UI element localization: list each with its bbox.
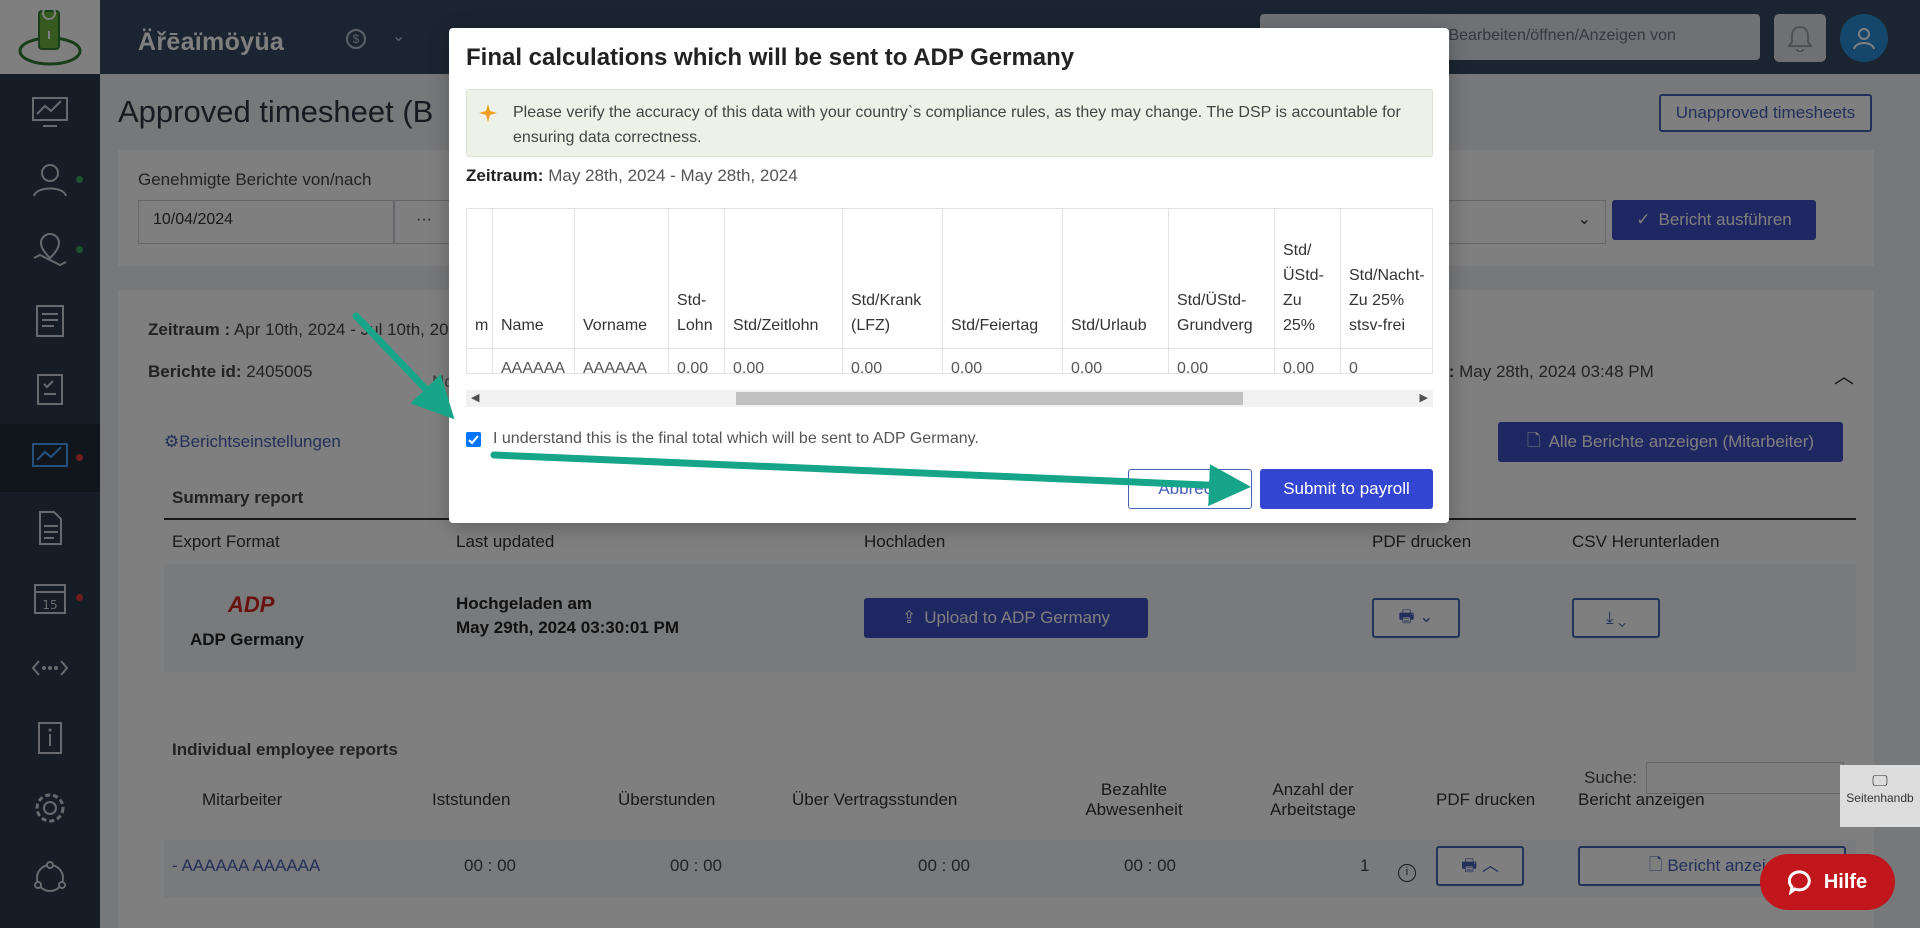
handbook-label: Seitenhandb [1846,791,1914,805]
page-handbook-button[interactable]: 🖵 Seitenhandb [1840,765,1920,827]
arrow-to-submit [490,451,1251,507]
help-button[interactable]: Hilfe [1760,854,1895,910]
chat-bubble-icon [1787,870,1811,895]
monitor-icon: 🖵 [1872,773,1888,790]
annotation-arrows [352,312,1251,507]
arrow-to-checkbox [352,312,455,420]
help-label: Hilfe [1823,870,1868,893]
